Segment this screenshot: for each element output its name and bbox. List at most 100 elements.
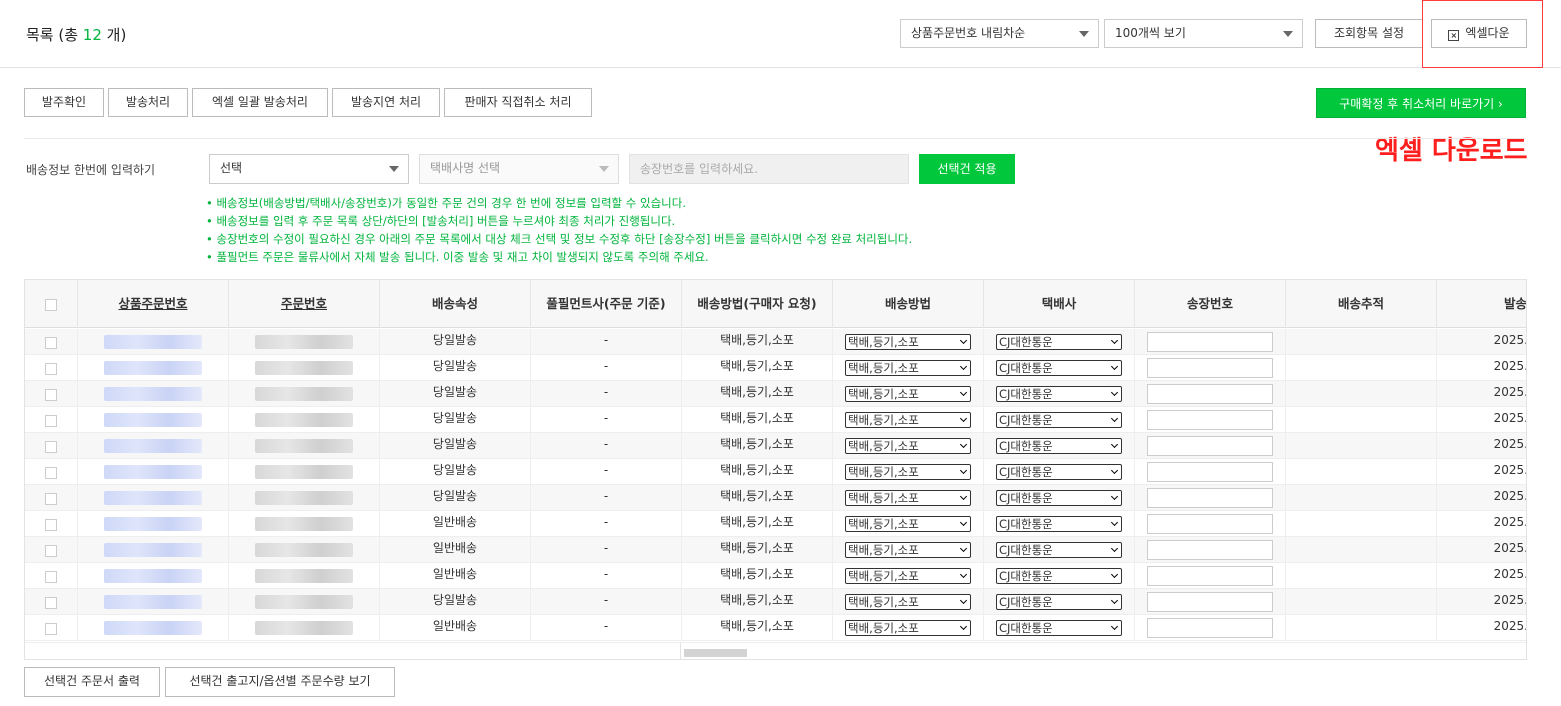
row-checkbox[interactable] <box>45 415 57 427</box>
table-row[interactable]: 일반배송 - 택배,등기,소포 택배,등기,소포 CJ대한통운 2025. <box>25 511 1526 537</box>
tracking-no-input[interactable] <box>1147 358 1273 378</box>
product-order-no-cell[interactable] <box>78 589 229 615</box>
courier-select[interactable]: CJ대한통운 <box>996 334 1122 350</box>
product-order-no-cell[interactable] <box>78 381 229 407</box>
courier-select[interactable]: CJ대한통운 <box>996 490 1122 506</box>
product-order-no-cell[interactable] <box>78 407 229 433</box>
row-checkbox[interactable] <box>45 389 57 401</box>
tracking-no-input[interactable] <box>1147 514 1273 534</box>
product-order-no-cell[interactable] <box>78 459 229 485</box>
product-order-no-cell[interactable] <box>78 433 229 459</box>
method-select[interactable]: 택배,등기,소포 <box>845 386 971 402</box>
redacted-product-order-no[interactable] <box>104 491 202 505</box>
courier-select[interactable]: CJ대한통운 <box>996 386 1122 402</box>
seller-cancel-button[interactable]: 판매자 직접취소 처리 <box>444 88 592 117</box>
row-checkbox[interactable] <box>45 623 57 635</box>
delay-ship-button[interactable]: 발송지연 처리 <box>332 88 440 117</box>
bulk-courier-select[interactable]: 택배사명 선택 <box>419 154 619 184</box>
redacted-product-order-no[interactable] <box>104 361 202 375</box>
method-select[interactable]: 택배,등기,소포 <box>845 334 971 350</box>
method-select[interactable]: 택배,등기,소포 <box>845 594 971 610</box>
tracking-no-input[interactable] <box>1147 592 1273 612</box>
redacted-product-order-no[interactable] <box>104 413 202 427</box>
tracking-no-input[interactable] <box>1147 462 1273 482</box>
column-settings-button[interactable]: 조회항목 설정 <box>1315 19 1423 48</box>
table-row[interactable]: 당일발송 - 택배,등기,소포 택배,등기,소포 CJ대한통운 2025. <box>25 485 1526 511</box>
table-row[interactable]: 당일발송 - 택배,등기,소포 택배,등기,소포 CJ대한통운 2025. <box>25 407 1526 433</box>
redacted-product-order-no[interactable] <box>104 387 202 401</box>
row-checkbox[interactable] <box>45 337 57 349</box>
row-checkbox[interactable] <box>45 441 57 453</box>
redacted-product-order-no[interactable] <box>104 335 202 349</box>
col-order-no[interactable]: 주문번호 <box>229 280 380 328</box>
select-all-checkbox[interactable] <box>45 298 57 311</box>
courier-select[interactable]: CJ대한통운 <box>996 464 1122 480</box>
print-orders-button[interactable]: 선택건 주문서 출력 <box>24 667 160 697</box>
purchase-confirm-cancel-button[interactable]: 구매확정 후 취소처리 바로가기 › <box>1316 88 1526 118</box>
horizontal-scrollbar[interactable] <box>25 642 1526 659</box>
table-row[interactable]: 당일발송 - 택배,등기,소포 택배,등기,소포 CJ대한통운 2025. <box>25 381 1526 407</box>
courier-select[interactable]: CJ대한통운 <box>996 568 1122 584</box>
courier-select[interactable]: CJ대한통운 <box>996 542 1122 558</box>
method-select[interactable]: 택배,등기,소포 <box>845 542 971 558</box>
scrollbar-thumb[interactable] <box>684 649 747 657</box>
redacted-product-order-no[interactable] <box>104 569 202 583</box>
row-checkbox[interactable] <box>45 519 57 531</box>
bulk-method-select[interactable]: 선택 <box>209 154 409 184</box>
courier-select[interactable]: CJ대한통운 <box>996 594 1122 610</box>
table-row[interactable]: 당일발송 - 택배,등기,소포 택배,등기,소포 CJ대한통운 2025. <box>25 355 1526 381</box>
product-order-no-cell[interactable] <box>78 355 229 381</box>
redacted-product-order-no[interactable] <box>104 517 202 531</box>
product-order-no-cell[interactable] <box>78 615 229 641</box>
row-checkbox[interactable] <box>45 467 57 479</box>
product-order-no-cell[interactable] <box>78 563 229 589</box>
courier-select[interactable]: CJ대한통운 <box>996 438 1122 454</box>
table-row[interactable]: 일반배송 - 택배,등기,소포 택배,등기,소포 CJ대한통운 2025. <box>25 563 1526 589</box>
excel-bulk-ship-button[interactable]: 엑셀 일괄 발송처리 <box>192 88 328 117</box>
row-checkbox[interactable] <box>45 545 57 557</box>
table-row[interactable]: 당일발송 - 택배,등기,소포 택배,등기,소포 CJ대한통운 2025. <box>25 433 1526 459</box>
courier-select[interactable]: CJ대한통운 <box>996 360 1122 376</box>
table-row[interactable]: 일반배송 - 택배,등기,소포 택배,등기,소포 CJ대한통운 2025. <box>25 615 1526 641</box>
method-select[interactable]: 택배,등기,소포 <box>845 438 971 454</box>
row-checkbox[interactable] <box>45 571 57 583</box>
method-select[interactable]: 택배,등기,소포 <box>845 464 971 480</box>
product-order-no-cell[interactable] <box>78 329 229 355</box>
product-order-no-cell[interactable] <box>78 485 229 511</box>
tracking-no-input[interactable] <box>1147 384 1273 404</box>
redacted-product-order-no[interactable] <box>104 465 202 479</box>
tracking-no-input[interactable] <box>1147 488 1273 508</box>
redacted-product-order-no[interactable] <box>104 595 202 609</box>
method-select[interactable]: 택배,등기,소포 <box>845 620 971 636</box>
method-select[interactable]: 택배,등기,소포 <box>845 568 971 584</box>
ship-button[interactable]: 발송처리 <box>108 88 188 117</box>
row-checkbox[interactable] <box>45 493 57 505</box>
table-row[interactable]: 일반배송 - 택배,등기,소포 택배,등기,소포 CJ대한통운 2025. <box>25 537 1526 563</box>
tracking-no-input[interactable] <box>1147 540 1273 560</box>
table-row[interactable]: 당일발송 - 택배,등기,소포 택배,등기,소포 CJ대한통운 2025. <box>25 459 1526 485</box>
confirm-order-button[interactable]: 발주확인 <box>24 88 104 117</box>
row-checkbox[interactable] <box>45 597 57 609</box>
page-size-select[interactable]: 100개씩 보기 <box>1104 19 1303 48</box>
view-option-quantity-button[interactable]: 선택건 출고지/옵션별 주문수량 보기 <box>165 667 395 697</box>
method-select[interactable]: 택배,등기,소포 <box>845 360 971 376</box>
tracking-no-input[interactable] <box>1147 436 1273 456</box>
table-row[interactable]: 당일발송 - 택배,등기,소포 택배,등기,소포 CJ대한통운 2025. <box>25 589 1526 615</box>
product-order-no-cell[interactable] <box>78 511 229 537</box>
redacted-product-order-no[interactable] <box>104 543 202 557</box>
redacted-product-order-no[interactable] <box>104 621 202 635</box>
method-select[interactable]: 택배,등기,소포 <box>845 490 971 506</box>
table-row[interactable]: 당일발송 - 택배,등기,소포 택배,등기,소포 CJ대한통운 2025. <box>25 329 1526 355</box>
apply-selected-button[interactable]: 선택건 적용 <box>919 154 1015 184</box>
tracking-no-input[interactable] <box>1147 332 1273 352</box>
col-product-order-no[interactable]: 상품주문번호 <box>78 280 229 328</box>
method-select[interactable]: 택배,등기,소포 <box>845 516 971 532</box>
tracking-no-input[interactable] <box>1147 566 1273 586</box>
tracking-no-input[interactable] <box>1147 410 1273 430</box>
method-select[interactable]: 택배,등기,소포 <box>845 412 971 428</box>
product-order-no-cell[interactable] <box>78 537 229 563</box>
bulk-tracking-input[interactable]: 송장번호를 입력하세요. <box>629 154 909 184</box>
courier-select[interactable]: CJ대한통운 <box>996 620 1122 636</box>
sort-select[interactable]: 상품주문번호 내림차순 <box>900 19 1099 48</box>
courier-select[interactable]: CJ대한통운 <box>996 516 1122 532</box>
